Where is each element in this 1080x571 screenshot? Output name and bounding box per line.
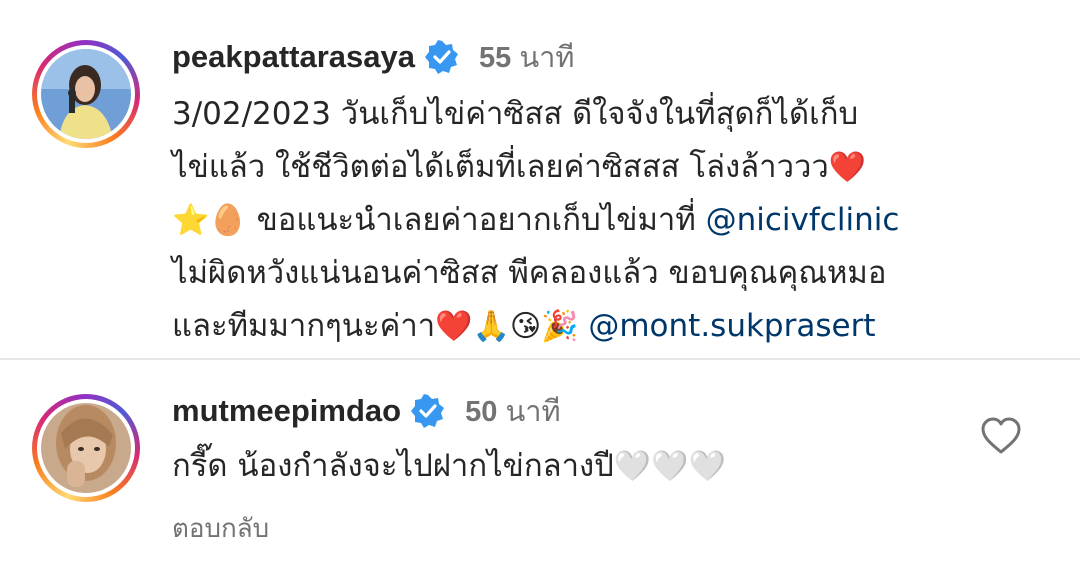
emoji: 🤍🤍🤍 — [613, 449, 726, 484]
comment: mutmeepimdao 50 นาที กรี๊ด น้องกำลังจะไป… — [0, 360, 1080, 571]
timestamp: 50 นาที — [465, 396, 561, 428]
comment-text-segment — [579, 308, 589, 344]
comment-line: ⭐️🥚 ขอแนะนำเลยค่าอยากเก็บไข่มาที่ @niciv… — [172, 194, 1012, 247]
avatar-photo — [41, 403, 131, 493]
comment: peakpattarasaya 55 นาที 3/02/2023 วันเก็… — [0, 0, 1080, 358]
avatar[interactable] — [32, 394, 140, 502]
comment-text: กรี๊ด น้องกำลังจะไปฝากไข่กลางปี🤍🤍🤍 — [172, 440, 1012, 493]
comment-line: ไข่แล้ว ใช้ชีวิตต่อได้เต็มที่เลยค่าซิสสส… — [172, 141, 1012, 194]
verified-badge-icon — [425, 40, 459, 74]
comment-text: 3/02/2023 วันเก็บไข่ค่าซิสส ดีใจจังในที่… — [172, 88, 1012, 353]
comment-line: ไม่ผิดหวังแน่นอนค่าซิสส พีคลองแล้ว ขอบคุ… — [172, 247, 1012, 300]
emoji: ⭐️🥚 — [172, 203, 247, 238]
timestamp: 55 นาที — [479, 42, 575, 74]
avatar[interactable] — [32, 40, 140, 148]
comment-line: 3/02/2023 วันเก็บไข่ค่าซิสส ดีใจจังในที่… — [172, 88, 1012, 141]
verified-badge-icon — [411, 394, 445, 428]
reply-button[interactable]: ตอบกลับ — [172, 508, 269, 549]
comment-text-segment: ไข่แล้ว ใช้ชีวิตต่อได้เต็มที่เลยค่าซิสสส… — [172, 149, 829, 185]
avatar-photo — [41, 49, 131, 139]
comment-text-segment: ขอแนะนำเลยค่าอยากเก็บไข่มาที่ — [246, 202, 706, 238]
comment-text-segment: กรี๊ด น้องกำลังจะไปฝากไข่กลางปี — [172, 448, 614, 484]
username[interactable]: peakpattarasaya — [172, 39, 415, 75]
mention-link[interactable]: @mont.sukprasert — [588, 308, 875, 344]
comment-line: และทีมมากๆนะค่าา❤️🙏😘🎉 @mont.sukprasert — [172, 300, 1012, 353]
emoji: ❤️ — [828, 150, 867, 185]
emoji: ❤️🙏😘🎉 — [435, 309, 579, 344]
comment-text-segment: ไม่ผิดหวังแน่นอนค่าซิสส พีคลองแล้ว ขอบคุ… — [172, 255, 887, 291]
comment-text-segment: 3/02/2023 วันเก็บไข่ค่าซิสส ดีใจจังในที่… — [172, 96, 859, 132]
comment-text-segment: และทีมมากๆนะค่าา — [172, 308, 436, 344]
heart-outline-icon[interactable] — [980, 416, 1022, 456]
mention-link[interactable]: @nicivfclinic — [706, 202, 900, 238]
username[interactable]: mutmeepimdao — [172, 393, 401, 429]
comment-header: mutmeepimdao 50 นาที — [172, 388, 561, 434]
comment-line: กรี๊ด น้องกำลังจะไปฝากไข่กลางปี🤍🤍🤍 — [172, 440, 1012, 493]
comment-header: peakpattarasaya 55 นาที — [172, 34, 575, 80]
